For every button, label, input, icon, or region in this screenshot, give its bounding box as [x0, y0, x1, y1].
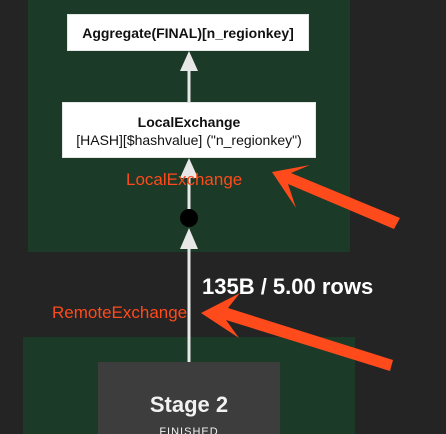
- node-aggregate-label: Aggregate(FINAL)[n_regionkey]: [82, 25, 294, 41]
- junction-dot: [180, 209, 198, 227]
- node-local-exchange[interactable]: LocalExchange [HASH][$hashvalue] ("n_reg…: [62, 102, 316, 158]
- annotation-arrow-remote: [201, 293, 393, 371]
- stage-node[interactable]: Stage 2 FINISHED: [98, 362, 280, 434]
- annotation-arrow-local: [272, 165, 400, 229]
- node-aggregate[interactable]: Aggregate(FINAL)[n_regionkey]: [67, 14, 309, 51]
- node-local-exchange-detail: [HASH][$hashvalue] ("n_regionkey"): [76, 132, 302, 148]
- annotation-local-exchange: LocalExchange: [126, 170, 243, 189]
- edge-remote-arrowhead: [180, 228, 198, 249]
- stage-title: Stage 2: [149, 392, 229, 417]
- edge-stats-label: 135B / 5.00 rows: [202, 274, 374, 299]
- node-local-exchange-title: LocalExchange: [137, 114, 241, 130]
- stage-status: FINISHED: [159, 426, 219, 434]
- annotation-remote-exchange: RemoteExchange: [52, 303, 188, 322]
- edge-aggregate-arrowhead: [180, 51, 198, 71]
